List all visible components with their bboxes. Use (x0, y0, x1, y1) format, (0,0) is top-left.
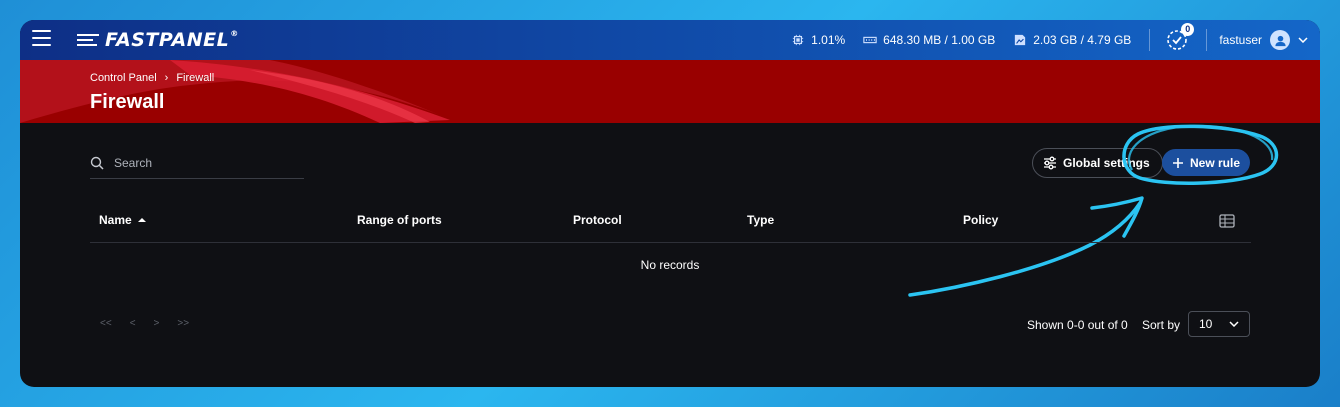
top-bar: FASTPANEL® 1.01% 648.30 MB / 1.00 GB 2.0… (20, 20, 1320, 60)
next-page-button[interactable]: > (154, 318, 160, 329)
avatar (1270, 30, 1290, 50)
table-columns-icon (1219, 214, 1235, 228)
cpu-icon (792, 34, 804, 46)
notifications-button[interactable]: 0 (1166, 23, 1195, 51)
divider (1206, 29, 1208, 51)
sort-ascending-icon (137, 218, 146, 222)
breadcrumb: Control Panel › Firewall (90, 72, 214, 84)
plus-icon (1172, 157, 1183, 168)
column-settings-button[interactable] (1219, 214, 1235, 228)
notification-count-badge: 0 (1181, 23, 1195, 36)
ram-icon (863, 36, 877, 44)
cpu-stat: 1.01% (791, 33, 845, 47)
search-box (90, 148, 304, 179)
app-window: FASTPANEL® 1.01% 648.30 MB / 1.00 GB 2.0… (20, 20, 1320, 387)
page-title: Firewall (90, 91, 165, 113)
records-count: Shown 0-0 out of 0 (1027, 318, 1128, 332)
new-rule-label: New rule (1189, 155, 1240, 170)
breadcrumb-control-panel[interactable]: Control Panel (90, 72, 157, 84)
sliders-icon (1044, 156, 1056, 170)
search-icon (90, 156, 104, 170)
brand-logo[interactable]: FASTPANEL® (77, 29, 239, 51)
column-header-range-of-ports[interactable]: Range of ports (357, 213, 442, 227)
breadcrumb-current: Firewall (176, 72, 215, 84)
pagination: << < > >> (100, 318, 189, 329)
empty-state-text: No records (640, 258, 700, 272)
prev-page-button[interactable]: < (130, 318, 136, 329)
divider (1149, 29, 1151, 51)
header-swoosh-decoration (20, 60, 450, 123)
server-stats: 1.01% 648.30 MB / 1.00 GB 2.03 GB / 4.79… (791, 20, 1320, 60)
menu-icon[interactable] (32, 30, 51, 48)
disk-value: 2.03 GB / 4.79 GB (1033, 33, 1132, 47)
chevron-down-icon (1298, 37, 1308, 43)
column-header-protocol[interactable]: Protocol (573, 213, 622, 227)
chevron-down-icon (1229, 321, 1239, 327)
disk-stat: 2.03 GB / 4.79 GB (1013, 33, 1131, 47)
first-page-button[interactable]: << (100, 318, 112, 329)
table-header: Name Range of ports Protocol Type Policy (90, 210, 1251, 243)
column-header-type[interactable]: Type (747, 213, 774, 227)
page-size-value: 10 (1199, 317, 1213, 331)
column-header-policy[interactable]: Policy (963, 213, 998, 227)
new-rule-button[interactable]: New rule (1162, 149, 1250, 176)
logo-mark-icon (77, 33, 99, 47)
disk-icon (1015, 34, 1026, 46)
sort-by-label: Sort by (1142, 318, 1181, 332)
breadcrumb-separator: › (164, 72, 169, 84)
ram-value: 648.30 MB / 1.00 GB (883, 33, 996, 47)
global-settings-button[interactable]: Global settings (1032, 148, 1163, 178)
global-settings-label: Global settings (1063, 156, 1150, 170)
cpu-value: 1.01% (811, 33, 846, 47)
search-input[interactable] (112, 155, 296, 171)
page-header: Control Panel › Firewall Firewall (20, 60, 1320, 123)
brand-name: FASTPANEL® (105, 29, 239, 51)
user-menu[interactable]: fastuser (1219, 30, 1308, 50)
page-size-select[interactable]: 10 (1188, 311, 1250, 337)
ram-stat: 648.30 MB / 1.00 GB (863, 33, 995, 47)
column-header-name[interactable]: Name (99, 213, 146, 227)
username: fastuser (1219, 33, 1262, 47)
user-icon (1274, 35, 1286, 46)
last-page-button[interactable]: >> (177, 318, 189, 329)
